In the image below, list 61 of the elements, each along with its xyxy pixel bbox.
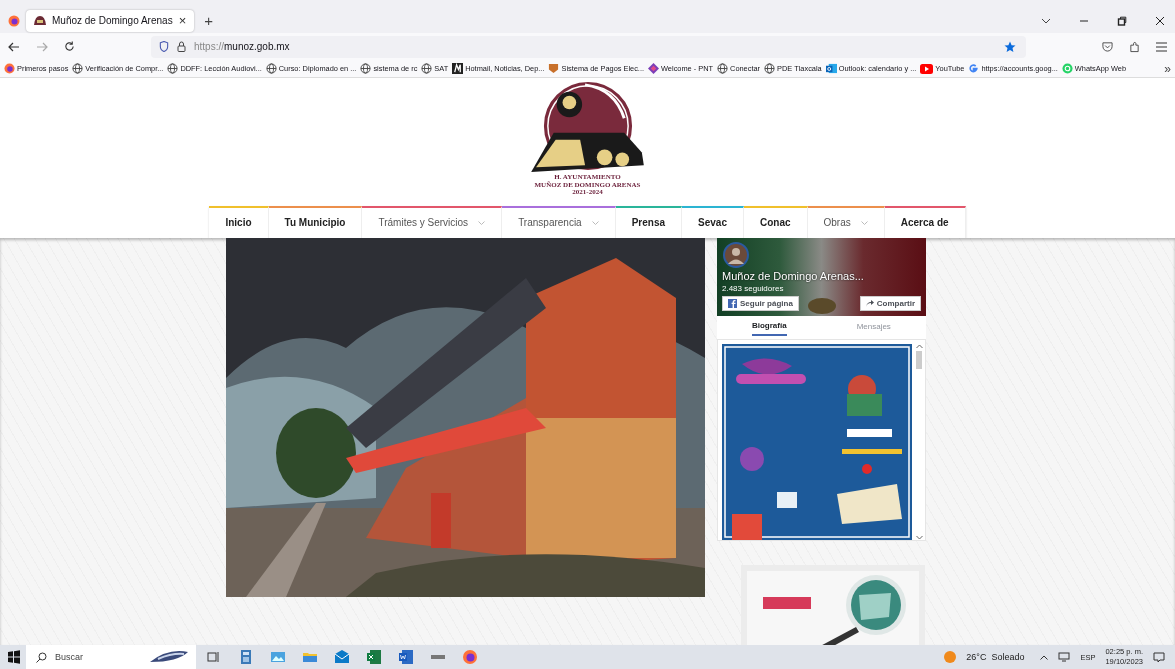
weather-text[interactable]: 26°C Soleado — [966, 652, 1025, 662]
scroll-up-icon[interactable] — [915, 344, 923, 349]
reload-icon[interactable] — [64, 41, 75, 52]
page-name[interactable]: Muñoz de Domingo Arenas... — [722, 270, 864, 282]
task-view-icon[interactable] — [206, 649, 222, 665]
google-icon — [968, 63, 980, 74]
scroll-down-icon[interactable] — [915, 535, 923, 540]
pocket-icon[interactable] — [1102, 41, 1113, 52]
shield-icon — [159, 41, 169, 52]
diamond-icon — [648, 63, 660, 74]
close-icon[interactable] — [1155, 15, 1165, 26]
star-icon[interactable] — [1004, 40, 1016, 53]
calculator-icon[interactable] — [238, 649, 254, 665]
globe-icon — [717, 63, 729, 74]
excel-icon[interactable] — [366, 649, 382, 665]
url-field[interactable]: https://munoz.gob.mx — [194, 41, 290, 52]
youtube-icon — [920, 63, 934, 74]
back-icon[interactable] — [8, 41, 20, 52]
share-button[interactable]: Compartir — [859, 296, 921, 311]
scroll-thumb[interactable] — [916, 351, 922, 369]
scrollbar[interactable] — [914, 344, 924, 540]
caret-icon — [591, 220, 599, 225]
globe-icon — [421, 63, 433, 74]
photos-icon[interactable] — [270, 649, 286, 665]
chevron-down-icon[interactable] — [1041, 17, 1051, 24]
globe-icon — [167, 63, 179, 74]
notifications-icon[interactable] — [1153, 651, 1165, 663]
share-icon — [865, 300, 874, 307]
firefox-icon — [4, 63, 15, 74]
search-field[interactable]: Buscar — [26, 645, 196, 669]
facebook-icon — [728, 299, 737, 308]
browser-tab[interactable]: Muñoz de Domingo Arenas × — [26, 9, 195, 32]
extensions-icon[interactable] — [1129, 40, 1140, 53]
restore-icon[interactable] — [1117, 15, 1127, 26]
caret-icon — [478, 220, 486, 225]
firefox-icon[interactable] — [8, 14, 20, 27]
network-icon[interactable] — [1058, 652, 1071, 662]
more-bookmarks-button[interactable]: » — [1164, 61, 1171, 76]
close-tab-button[interactable]: × — [178, 13, 187, 28]
menu-icon[interactable] — [1156, 41, 1167, 52]
lock-icon — [177, 41, 186, 52]
outlook-icon — [825, 63, 837, 74]
shield-icon — [548, 63, 560, 74]
follower-count: 2.483 seguidores — [722, 284, 784, 293]
whatsapp-icon — [1061, 63, 1073, 74]
firefox-icon[interactable] — [462, 649, 478, 665]
follow-button[interactable]: Seguir página — [722, 296, 799, 311]
new-tab-button[interactable]: + — [204, 12, 213, 29]
msn-icon — [452, 63, 464, 74]
tab-title: Muñoz de Domingo Arenas — [52, 15, 173, 26]
globe-icon — [72, 63, 84, 74]
globe-icon — [265, 63, 277, 74]
chevron-up-icon[interactable] — [1040, 654, 1049, 660]
mail-icon[interactable] — [334, 649, 350, 665]
search-icon — [36, 651, 47, 663]
word-icon[interactable] — [398, 649, 414, 665]
globe-icon — [764, 63, 776, 74]
windows-icon[interactable] — [6, 649, 22, 665]
feed-tab[interactable]: Biografía — [717, 313, 822, 339]
caret-icon — [860, 220, 868, 225]
globe-icon — [360, 63, 372, 74]
